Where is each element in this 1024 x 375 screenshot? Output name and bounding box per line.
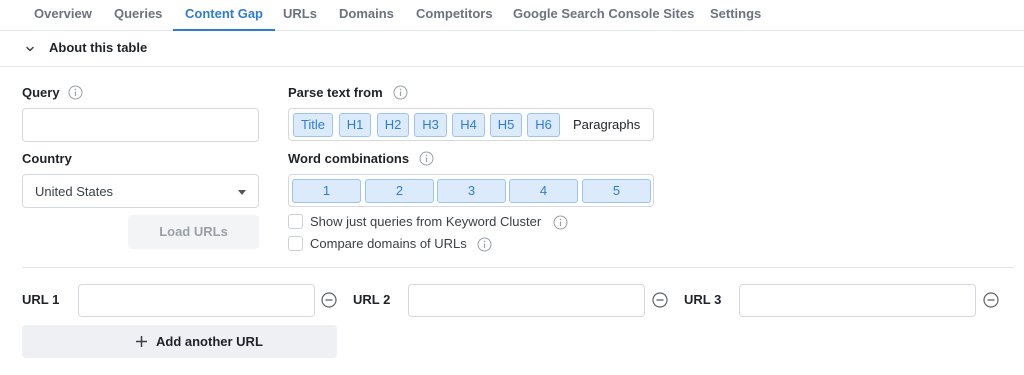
url-1-label: URL 1 bbox=[22, 292, 60, 307]
about-table-toggle[interactable]: About this table bbox=[0, 31, 1024, 67]
remove-url-3-icon[interactable] bbox=[983, 292, 999, 308]
keyword-cluster-checkbox[interactable] bbox=[288, 214, 303, 229]
word-combinations-label: Word combinations bbox=[288, 151, 410, 166]
about-table-title: About this table bbox=[49, 40, 148, 55]
tab-content-gap[interactable]: Content Gap bbox=[173, 0, 275, 31]
remove-url-2-icon[interactable] bbox=[652, 292, 668, 308]
word-comb-option-2[interactable]: 2 bbox=[365, 179, 434, 203]
tab-competitors[interactable]: Competitors bbox=[416, 0, 493, 31]
load-urls-button[interactable]: Load URLs bbox=[128, 215, 259, 249]
tab-overview[interactable]: Overview bbox=[34, 0, 92, 31]
section-divider bbox=[22, 267, 1014, 268]
country-select-value: United States bbox=[35, 184, 114, 199]
word-comb-option-3[interactable]: 3 bbox=[437, 179, 506, 203]
add-url-label: Add another URL bbox=[156, 334, 263, 349]
add-url-button[interactable]: Add another URL bbox=[22, 325, 337, 358]
parse-option-h5[interactable]: H5 bbox=[490, 113, 522, 137]
word-comb-option-1[interactable]: 1 bbox=[292, 179, 361, 203]
info-icon[interactable] bbox=[419, 151, 434, 166]
keyword-cluster-option[interactable]: Show just queries from Keyword Cluster bbox=[288, 213, 588, 231]
query-label: Query bbox=[22, 85, 60, 100]
parse-option-h1[interactable]: H1 bbox=[339, 113, 371, 137]
compare-domains-checkbox[interactable] bbox=[288, 236, 303, 251]
compare-domains-label: Compare domains of URLs bbox=[310, 236, 467, 251]
plus-icon bbox=[136, 336, 147, 347]
word-combinations-options: 1 2 3 4 5 bbox=[288, 174, 654, 207]
tab-gsc-sites[interactable]: Google Search Console Sites bbox=[513, 0, 694, 31]
caret-down-icon bbox=[238, 190, 246, 195]
remove-url-1-icon[interactable] bbox=[321, 292, 337, 308]
url-2-input[interactable] bbox=[408, 284, 645, 317]
tab-domains[interactable]: Domains bbox=[339, 0, 394, 31]
parse-option-h2[interactable]: H2 bbox=[377, 113, 409, 137]
info-icon[interactable] bbox=[553, 215, 568, 230]
url-3-label: URL 3 bbox=[684, 292, 722, 307]
tab-queries[interactable]: Queries bbox=[114, 0, 162, 31]
word-comb-option-5[interactable]: 5 bbox=[582, 179, 651, 203]
tab-urls[interactable]: URLs bbox=[283, 0, 317, 31]
info-icon[interactable] bbox=[68, 85, 83, 100]
query-input[interactable] bbox=[22, 108, 259, 142]
keyword-cluster-label: Show just queries from Keyword Cluster bbox=[310, 214, 542, 229]
country-label: Country bbox=[22, 151, 72, 166]
tab-bar: Overview Queries Content Gap URLs Domain… bbox=[0, 0, 1024, 31]
url-2-label: URL 2 bbox=[353, 292, 391, 307]
country-select[interactable]: United States bbox=[22, 174, 259, 208]
parse-option-paragraphs[interactable]: Paragraphs bbox=[573, 113, 640, 137]
parse-option-h6[interactable]: H6 bbox=[527, 113, 560, 137]
parse-option-h4[interactable]: H4 bbox=[452, 113, 485, 137]
url-3-input[interactable] bbox=[739, 284, 976, 317]
parse-option-h3[interactable]: H3 bbox=[414, 113, 447, 137]
parse-text-options: Title H1 H2 H3 H4 H5 H6 Paragraphs bbox=[288, 108, 654, 141]
url-1-input[interactable] bbox=[78, 284, 315, 317]
chevron-down-icon bbox=[26, 46, 34, 52]
info-icon[interactable] bbox=[393, 85, 408, 100]
parse-option-title[interactable]: Title bbox=[293, 113, 333, 137]
info-icon[interactable] bbox=[477, 237, 492, 252]
compare-domains-option[interactable]: Compare domains of URLs bbox=[288, 235, 488, 253]
word-comb-option-4[interactable]: 4 bbox=[509, 179, 578, 203]
parse-text-label: Parse text from bbox=[288, 85, 383, 100]
tab-settings[interactable]: Settings bbox=[710, 0, 761, 31]
